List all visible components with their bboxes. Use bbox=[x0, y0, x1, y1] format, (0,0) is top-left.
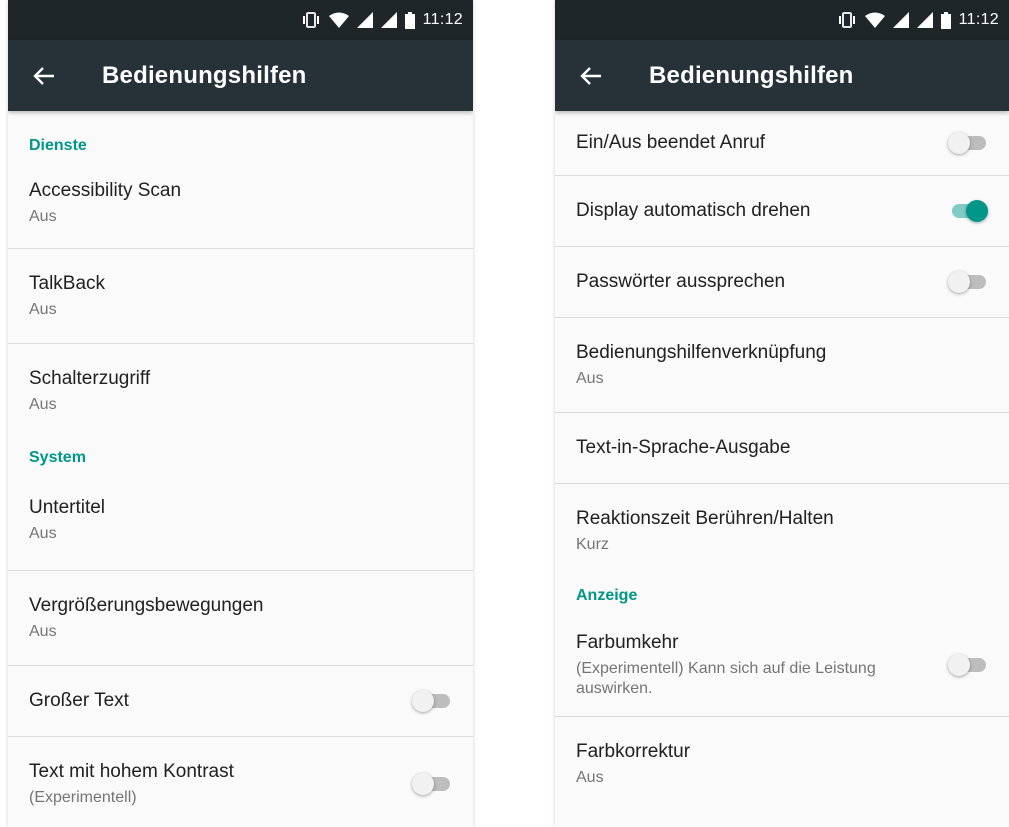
list-item-untertitel[interactable]: Untertitel Aus bbox=[8, 478, 473, 562]
item-title: Text-in-Sprache-Ausgabe bbox=[576, 437, 791, 458]
list-item-vergroesserungsbewegungen[interactable]: Vergrößerungsbewegungen Aus bbox=[8, 571, 473, 665]
right-screen: 11:12 Bedienungshilfen Ein/Aus beendet A… bbox=[555, 0, 1009, 827]
signal-icon bbox=[380, 12, 397, 28]
item-title: Farbumkehr bbox=[576, 632, 679, 653]
high-contrast-switch[interactable] bbox=[412, 772, 452, 796]
section-header-anzeige: Anzeige bbox=[576, 587, 638, 604]
item-title: TalkBack bbox=[29, 273, 106, 294]
vibrate-icon bbox=[837, 12, 857, 28]
signal-icon bbox=[892, 12, 909, 28]
item-summary: (Experimentell) Kann sich auf die Leistu… bbox=[576, 660, 876, 697]
large-text-switch[interactable] bbox=[412, 689, 452, 713]
battery-icon bbox=[940, 11, 951, 29]
item-summary: Aus bbox=[576, 769, 604, 786]
item-title: Untertitel bbox=[29, 497, 106, 518]
status-bar: 11:12 bbox=[8, 0, 473, 40]
item-summary: Aus bbox=[29, 207, 57, 225]
signal-icon bbox=[916, 12, 933, 28]
list-item-schalterzugriff[interactable]: Schalterzugriff Aus bbox=[8, 344, 473, 438]
vibrate-icon bbox=[301, 12, 321, 28]
item-title: Display automatisch drehen bbox=[576, 200, 811, 221]
section-header-system: System bbox=[29, 449, 86, 466]
status-bar: 11:12 bbox=[555, 0, 1009, 40]
page-title: Bedienungshilfen bbox=[649, 61, 854, 89]
speak-passwords-switch[interactable] bbox=[948, 270, 988, 294]
item-summary: (Experimentell) bbox=[29, 789, 137, 806]
item-title: Accessibility Scan bbox=[29, 179, 182, 201]
item-title: Ein/Aus beendet Anruf bbox=[576, 132, 766, 153]
item-title: Schalterzugriff bbox=[29, 368, 151, 389]
list-item-grosser-text[interactable]: Großer Text bbox=[8, 666, 473, 736]
list-item-power-ends-call[interactable]: Ein/Aus beendet Anruf bbox=[555, 111, 1009, 175]
battery-icon bbox=[404, 11, 415, 29]
wifi-icon bbox=[328, 12, 349, 28]
power-ends-call-switch[interactable] bbox=[948, 131, 988, 155]
item-summary: Aus bbox=[29, 525, 57, 542]
list-item-accessibility-shortcut[interactable]: Bedienungshilfenverknüpfung Aus bbox=[555, 318, 1009, 412]
arrow-back-icon[interactable] bbox=[8, 40, 80, 111]
list-item-color-inversion[interactable]: Farbumkehr (Experimentell) Kann sich auf… bbox=[555, 614, 1009, 716]
color-inversion-switch[interactable] bbox=[948, 653, 988, 677]
list-item-touch-hold-delay[interactable]: Reaktionszeit Berühren/Halten Kurz bbox=[555, 484, 1009, 578]
item-title: Großer Text bbox=[29, 690, 129, 711]
list-item-color-correction[interactable]: Farbkorrektur Aus bbox=[555, 717, 1009, 811]
app-bar: Bedienungshilfen bbox=[555, 40, 1009, 111]
arrow-back-icon[interactable] bbox=[555, 40, 627, 111]
page-title: Bedienungshilfen bbox=[102, 61, 307, 89]
settings-list: Ein/Aus beendet Anruf Display automatisc… bbox=[555, 111, 1009, 811]
item-title: Text mit hohem Kontrast bbox=[29, 761, 234, 782]
item-title: Bedienungshilfenverknüpfung bbox=[576, 342, 827, 363]
item-summary: Aus bbox=[29, 396, 57, 413]
wifi-icon bbox=[864, 12, 885, 28]
list-item-auto-rotate[interactable]: Display automatisch drehen bbox=[555, 176, 1009, 246]
item-summary: Kurz bbox=[576, 536, 609, 553]
list-item-accessibility-scan[interactable]: Accessibility Scan Aus bbox=[8, 165, 473, 240]
item-summary: Aus bbox=[576, 370, 604, 387]
status-time: 11:12 bbox=[422, 11, 463, 28]
settings-list: Dienste Accessibility Scan Aus TalkBack … bbox=[8, 111, 473, 827]
item-summary: Aus bbox=[29, 301, 57, 318]
list-item-hoher-kontrast[interactable]: Text mit hohem Kontrast (Experimentell) bbox=[8, 737, 473, 827]
item-title: Reaktionszeit Berühren/Halten bbox=[576, 508, 834, 529]
item-title: Farbkorrektur bbox=[576, 741, 691, 762]
list-item-speak-passwords[interactable]: Passwörter aussprechen bbox=[555, 247, 1009, 317]
left-screen: 11:12 Bedienungshilfen Dienste Accessibi… bbox=[8, 0, 473, 827]
app-bar: Bedienungshilfen bbox=[8, 40, 473, 111]
item-title: Vergrößerungsbewegungen bbox=[29, 595, 264, 616]
auto-rotate-switch[interactable] bbox=[948, 199, 988, 223]
list-item-talkback[interactable]: TalkBack Aus bbox=[8, 249, 473, 343]
item-title: Passwörter aussprechen bbox=[576, 271, 786, 292]
status-time: 11:12 bbox=[958, 11, 999, 28]
signal-icon bbox=[356, 12, 373, 28]
list-item-tts-output[interactable]: Text-in-Sprache-Ausgabe bbox=[555, 413, 1009, 483]
item-summary: Aus bbox=[29, 623, 57, 640]
